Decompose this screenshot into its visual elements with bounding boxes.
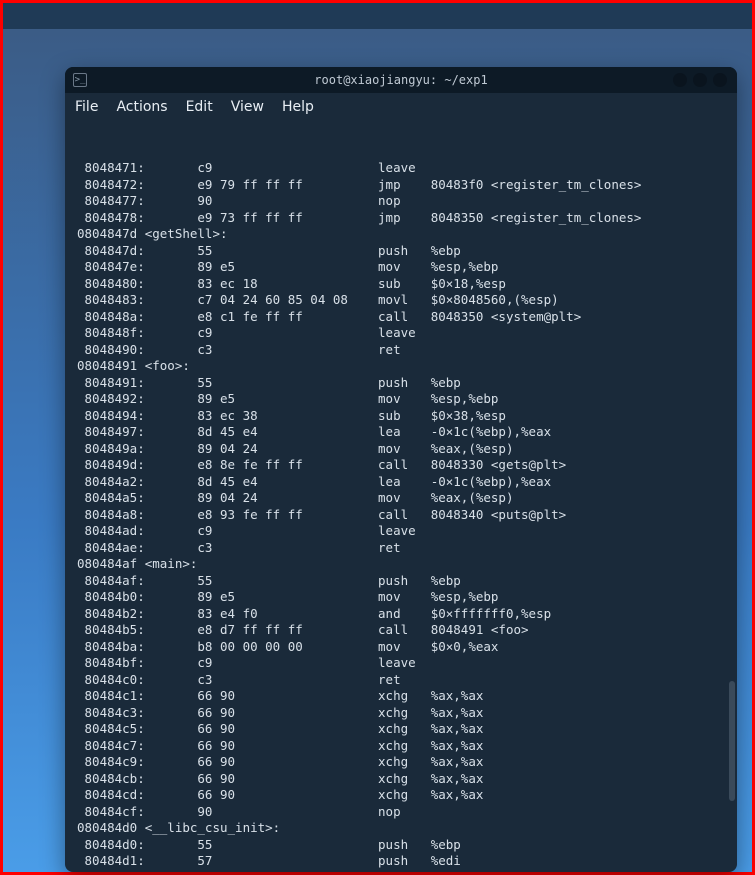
disasm-line: 80484d0: 55 push %ebp (77, 837, 725, 854)
disasm-line: 8048478: e9 73 ff ff ff jmp 8048350 <reg… (77, 210, 725, 227)
disasm-line: 80484cb: 66 90 xchg %ax,%ax (77, 771, 725, 788)
disasm-line: 804847e: 89 e5 mov %esp,%ebp (77, 259, 725, 276)
disasm-line: 80484d1: 57 push %edi (77, 853, 725, 870)
disasm-line: 80484b0: 89 e5 mov %esp,%ebp (77, 589, 725, 606)
disasm-line: 8048480: 83 ec 18 sub $0×18,%esp (77, 276, 725, 293)
disasm-line: 804849d: e8 8e fe ff ff call 8048330 <ge… (77, 457, 725, 474)
menubar: File Actions Edit View Help (65, 93, 737, 121)
disasm-line: 8048472: e9 79 ff ff ff jmp 80483f0 <reg… (77, 177, 725, 194)
menu-view[interactable]: View (231, 99, 264, 115)
disasm-line: 80484a2: 8d 45 e4 lea -0×1c(%ebp),%eax (77, 474, 725, 491)
window-controls (673, 73, 727, 87)
disasm-line: 80484b2: 83 e4 f0 and $0×fffffff0,%esp (77, 606, 725, 623)
disasm-line: 804849a: 89 04 24 mov %eax,(%esp) (77, 441, 725, 458)
menu-help[interactable]: Help (282, 99, 314, 115)
scrollbar-thumb[interactable] (729, 681, 735, 801)
terminal-output[interactable]: 8048471: c9 leave 8048472: e9 79 ff ff f… (65, 121, 737, 872)
menu-edit[interactable]: Edit (186, 99, 213, 115)
disasm-line: 804848a: e8 c1 fe ff ff call 8048350 <sy… (77, 309, 725, 326)
disasm-line: 8048491: 55 push %ebp (77, 375, 725, 392)
disasm-line: 08048491 <foo>: (77, 358, 725, 375)
terminal-window: >_ root@xiaojiangyu: ~/exp1 File Actions… (65, 67, 737, 872)
desktop-topbar (3, 3, 752, 29)
disasm-line: 80484c5: 66 90 xchg %ax,%ax (77, 721, 725, 738)
disasm-line: 804847d: 55 push %ebp (77, 243, 725, 260)
disasm-line: 80484af: 55 push %ebp (77, 573, 725, 590)
disasm-line: 80484c0: c3 ret (77, 672, 725, 689)
disasm-line: 80484cf: 90 nop (77, 804, 725, 821)
disasm-line: 8048497: 8d 45 e4 lea -0×1c(%ebp),%eax (77, 424, 725, 441)
disasm-line: 80484c7: 66 90 xchg %ax,%ax (77, 738, 725, 755)
disasm-line: 80484c3: 66 90 xchg %ax,%ax (77, 705, 725, 722)
disasm-line: 8048494: 83 ec 38 sub $0×38,%esp (77, 408, 725, 425)
disasm-line: 8048477: 90 nop (77, 193, 725, 210)
maximize-button[interactable] (693, 73, 707, 87)
disasm-line: 80484a5: 89 04 24 mov %eax,(%esp) (77, 490, 725, 507)
disasm-line: 80484c9: 66 90 xchg %ax,%ax (77, 754, 725, 771)
minimize-button[interactable] (673, 73, 687, 87)
disasm-line: 80484cd: 66 90 xchg %ax,%ax (77, 787, 725, 804)
disasm-line: 80484a8: e8 93 fe ff ff call 8048340 <pu… (77, 507, 725, 524)
window-title: root@xiaojiangyu: ~/exp1 (65, 73, 737, 87)
close-button[interactable] (713, 73, 727, 87)
terminal-icon: >_ (73, 73, 87, 87)
disasm-line: 8048492: 89 e5 mov %esp,%ebp (77, 391, 725, 408)
disasm-line: 0804847d <getShell>: (77, 226, 725, 243)
disasm-line: 80484ae: c3 ret (77, 540, 725, 557)
titlebar[interactable]: >_ root@xiaojiangyu: ~/exp1 (65, 67, 737, 93)
menu-actions[interactable]: Actions (116, 99, 167, 115)
disasm-line: 80484bf: c9 leave (77, 655, 725, 672)
disasm-line: 804848f: c9 leave (77, 325, 725, 342)
disasm-line: 8048471: c9 leave (77, 160, 725, 177)
disasm-line: 080484d0 <__libc_csu_init>: (77, 820, 725, 837)
disasm-line: 080484af <main>: (77, 556, 725, 573)
menu-file[interactable]: File (75, 99, 98, 115)
disasm-line: 8048490: c3 ret (77, 342, 725, 359)
disasm-line: 80484c1: 66 90 xchg %ax,%ax (77, 688, 725, 705)
disasm-line: 8048483: c7 04 24 60 85 04 08 movl $0×80… (77, 292, 725, 309)
disasm-line: 80484ad: c9 leave (77, 523, 725, 540)
disasm-line: 80484b5: e8 d7 ff ff ff call 8048491 <fo… (77, 622, 725, 639)
disasm-line: 80484ba: b8 00 00 00 00 mov $0×0,%eax (77, 639, 725, 656)
